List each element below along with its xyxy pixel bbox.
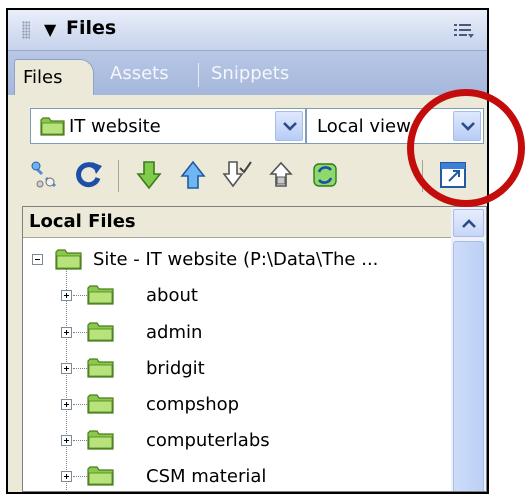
folder-name: CSM material (146, 466, 267, 487)
folder-icon (87, 322, 114, 342)
tab-snippets[interactable]: Snippets (211, 63, 289, 84)
tree-row-folder[interactable]: about (23, 278, 451, 312)
panel-title: Files (66, 17, 117, 39)
scroll-thumb[interactable] (453, 241, 484, 491)
connect-button[interactable] (28, 158, 62, 192)
expand-toggle-icon[interactable] (61, 290, 72, 301)
folder-icon (87, 358, 114, 378)
tree-row-folder[interactable]: admin (23, 315, 451, 349)
panel-header[interactable]: ▼ Files (8, 10, 487, 51)
collapse-arrow-icon[interactable]: ▼ (44, 20, 56, 39)
tree-branch-line (73, 476, 87, 478)
refresh-button[interactable] (72, 158, 106, 192)
expand-toggle-icon[interactable] (61, 399, 72, 410)
tree-branch-line (73, 404, 87, 406)
tree-row-folder[interactable]: computerlabs (23, 423, 451, 457)
tree-root-label: Site - IT website (P:\Data\The ... (93, 249, 379, 270)
put-files-icon (180, 160, 206, 189)
check-in-icon (269, 161, 293, 187)
file-tree[interactable]: Local Files Site - IT website (P:\Data\T… (22, 206, 487, 492)
folder-icon (87, 394, 114, 414)
connect-icon (31, 161, 56, 188)
tab-divider (198, 63, 199, 87)
scroll-up-button[interactable] (453, 209, 484, 237)
folder-name: computerlabs (146, 430, 270, 451)
get-files-button[interactable] (132, 158, 166, 192)
tree-branch-line (73, 295, 87, 297)
folder-icon (87, 466, 114, 486)
site-select[interactable]: IT website (30, 108, 306, 144)
folder-icon (87, 430, 114, 450)
vertical-scrollbar[interactable] (451, 207, 486, 491)
drag-grip-icon[interactable] (22, 21, 30, 39)
expand-toggle-icon[interactable] (61, 435, 72, 446)
tree-row-folder[interactable]: bridgit (23, 351, 451, 385)
chevron-up-icon (462, 219, 476, 228)
toolbar-divider (118, 160, 119, 192)
files-panel: ▼ Files Files Assets Snippets IT website… (6, 8, 489, 494)
folder-icon (87, 285, 114, 305)
panel-options-icon[interactable] (453, 22, 475, 40)
check-out-icon (222, 161, 252, 188)
tree-branch-line (73, 368, 87, 370)
folder-name: admin (146, 322, 203, 343)
site-select-value: IT website (69, 116, 161, 137)
expand-toggle-icon[interactable] (61, 327, 72, 338)
folder-name: compshop (146, 394, 240, 415)
synchronize-icon (313, 163, 337, 187)
site-folder-icon (55, 249, 82, 270)
local-files-column-header[interactable]: Local Files (23, 207, 452, 238)
tree-branch-line (73, 440, 87, 442)
expand-toggle-icon[interactable] (61, 363, 72, 374)
column-header-label: Local Files (29, 211, 136, 232)
tree-branch-line (73, 332, 87, 334)
folder-icon (40, 117, 65, 136)
tree-row-root[interactable]: Site - IT website (P:\Data\The ... (23, 242, 451, 276)
folder-name: about (146, 285, 198, 306)
refresh-icon (76, 162, 102, 188)
tab-assets[interactable]: Assets (110, 63, 169, 84)
get-files-icon (136, 161, 162, 190)
tab-files[interactable]: Files (14, 59, 94, 95)
tree-row-folder[interactable]: CSM material (23, 459, 451, 491)
chevron-down-icon (283, 122, 297, 131)
folder-name: bridgit (146, 358, 205, 379)
put-files-button[interactable] (176, 158, 210, 192)
panel-tabs: Files Assets Snippets (8, 51, 487, 95)
tree-row-folder[interactable]: compshop (23, 387, 451, 421)
collapse-toggle-icon[interactable] (32, 254, 43, 265)
check-in-button[interactable] (264, 158, 298, 192)
check-out-button[interactable] (220, 158, 254, 192)
synchronize-button[interactable] (308, 158, 342, 192)
annotation-circle (407, 89, 525, 207)
site-select-dropdown-button[interactable] (275, 111, 303, 141)
expand-toggle-icon[interactable] (61, 471, 72, 482)
